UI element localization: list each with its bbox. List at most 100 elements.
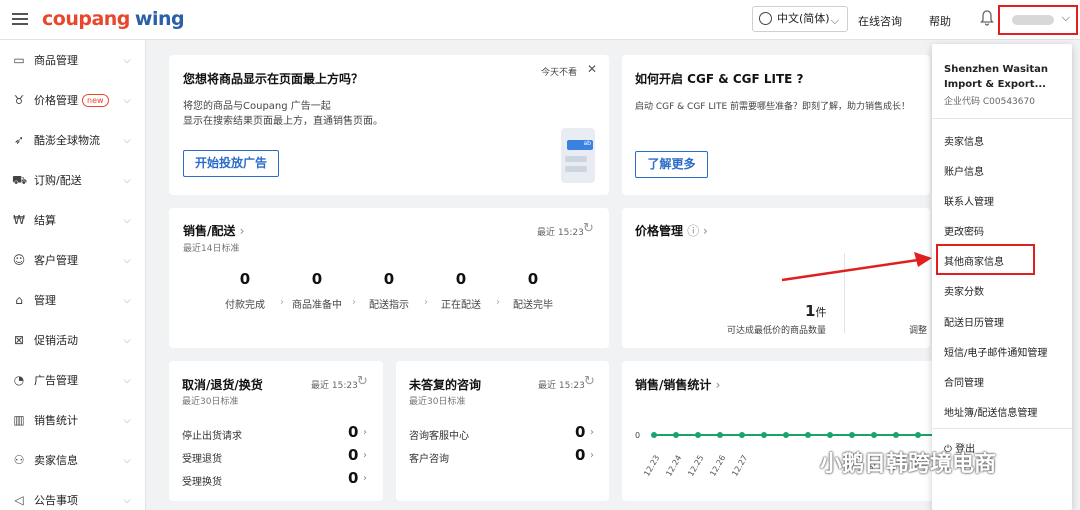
updated-time: 最近 15:23 (538, 381, 585, 391)
menu-item-seller-info[interactable]: 卖家信息 (944, 133, 984, 148)
sidebar-item-label: 管理 (34, 294, 56, 307)
row-label: 受理退货 (182, 454, 222, 465)
company-code: 企业代码 C00543670 (944, 97, 1035, 107)
language-select[interactable]: 中文(简体) ⌵ (752, 6, 848, 32)
chevron-down-icon: ⌵ (123, 174, 131, 186)
sales-card-subtitle: 最近14日标准 (183, 244, 240, 254)
stat-delivered[interactable]: 0 配送完毕 (503, 270, 563, 311)
coupon-icon: ⊠ (13, 333, 25, 347)
row-value[interactable]: 0 (348, 423, 358, 441)
sidebar-item-manage[interactable]: ⌂ 管理 ⌵ (0, 280, 145, 320)
cancel-card-title[interactable]: 取消/退货/换货 (182, 376, 263, 393)
logo-suffix: wing (134, 8, 185, 30)
sidebar-item-seller-info[interactable]: ⚇ 卖家信息 ⌵ (0, 440, 145, 480)
bar-chart-icon: ▥ (13, 413, 25, 427)
box-icon: ▭ (13, 53, 25, 67)
sidebar-item-label: 客户管理 (34, 254, 78, 267)
sidebar-item-settlement[interactable]: ₩ 结算 ⌵ (0, 200, 145, 240)
chevron-right-icon[interactable]: › (590, 450, 594, 461)
close-icon[interactable]: ✕ (587, 62, 597, 76)
updated-time: 最近 15:23 (537, 228, 584, 238)
price-card-title[interactable]: 价格管理 ⓘ › (635, 222, 708, 239)
menu-item-notification-manage[interactable]: 短信/电子邮件通知管理 (944, 344, 1047, 359)
help-circle-icon: ⓘ › (687, 224, 708, 238)
sidebar-item-promotion[interactable]: ⊠ 促销活动 ⌵ (0, 320, 145, 360)
sidebar-item-sales-stats[interactable]: ▥ 销售统计 ⌵ (0, 400, 145, 440)
chevron-right-icon[interactable]: › (590, 427, 594, 438)
row-label: 客户咨询 (409, 454, 449, 465)
inquiry-card-title[interactable]: 未答复的咨询 (409, 376, 481, 393)
refresh-icon[interactable]: ↻ (357, 374, 368, 389)
chevron-down-icon: ⌵ (123, 414, 131, 426)
highlight-box (936, 244, 1035, 275)
chevron-down-icon: ⌵ (123, 134, 131, 146)
inquiry-card-subtitle: 最近30日标准 (409, 397, 466, 407)
row-label: 停止出货请求 (182, 431, 242, 442)
rocket-icon: ➶ (13, 133, 25, 147)
company-name-line2: Import & Export... (944, 79, 1046, 90)
sales-card-title[interactable]: 销售/配送 › (183, 222, 244, 239)
stats-card-title[interactable]: 销售/销售统计 › (635, 376, 720, 393)
user-account-button[interactable]: ⌵ (998, 5, 1078, 35)
sidebar-item-label: 酷澎全球物流 (34, 134, 100, 147)
price-count[interactable]: 1件 (805, 302, 826, 320)
sidebar-item-price[interactable]: ♉ 价格管理 new ⌵ (0, 80, 145, 120)
start-ad-button[interactable]: 开始投放广告 (183, 150, 279, 177)
data-point (827, 432, 833, 438)
sidebar-item-orders[interactable]: ⛟ 订购/配送 ⌵ (0, 160, 145, 200)
illustration-label: ab (567, 140, 593, 150)
price-count-label: 可达成最低价的商品数量 (727, 326, 827, 336)
sales-delivery-card: 销售/配送 › 最近14日标准 最近 15:23 ↻ 0 付款完成 › 0 商品准备… (169, 208, 609, 348)
logo[interactable]: coupang wing (42, 8, 185, 30)
bell-icon[interactable] (980, 10, 994, 30)
row-value[interactable]: 0 (575, 446, 585, 464)
chevron-right-icon[interactable]: › (363, 427, 367, 438)
dismiss-today-link[interactable]: 今天不看 (541, 65, 577, 78)
menu-item-seller-score[interactable]: 卖家分数 (944, 283, 984, 298)
stat-delivery-instruction[interactable]: 0 配送指示 (359, 270, 419, 311)
account-dropdown-menu: Shenzhen Wasitan Import & Export... 企业代码… (932, 44, 1072, 510)
sidebar-item-label: 商品管理 (34, 54, 78, 67)
chevron-down-icon: ⌵ (123, 94, 131, 106)
refresh-icon[interactable]: ↻ (584, 374, 595, 389)
watermark-text: 小鹅日韩跨境电商 (820, 452, 997, 477)
chevron-right-icon: › (496, 297, 500, 308)
chevron-right-icon[interactable]: › (363, 450, 367, 461)
annotation-arrow (781, 252, 932, 282)
stat-in-delivery[interactable]: 0 正在配送 (431, 270, 491, 311)
online-consult-link[interactable]: 在线咨询 (858, 13, 902, 29)
data-point (761, 432, 767, 438)
help-link[interactable]: 帮助 (929, 13, 951, 29)
sidebar-item-label: 广告管理 (34, 374, 78, 387)
divider (932, 118, 1072, 119)
sidebar-item-customer[interactable]: ☺ 客户管理 ⌵ (0, 240, 145, 280)
stat-preparing[interactable]: 0 商品准备中 (287, 270, 347, 311)
menu-item-delivery-calendar[interactable]: 配送日历管理 (944, 314, 1004, 329)
row-value[interactable]: 0 (348, 469, 358, 487)
sidebar-item-ads[interactable]: ◔ 广告管理 ⌵ (0, 360, 145, 400)
menu-item-address-book[interactable]: 地址簿/配送信息管理 (944, 404, 1037, 419)
menu-item-contact-manage[interactable]: 联系人管理 (944, 193, 994, 208)
data-point (695, 432, 701, 438)
sidebar-item-notice[interactable]: ◁ 公告事项 ⌵ (0, 480, 145, 510)
row-value[interactable]: 0 (348, 446, 358, 464)
cgf-card-title: 如何开启 CGF & CGF LITE ? (635, 72, 804, 86)
row-value[interactable]: 0 (575, 423, 585, 441)
sidebar-item-logistics[interactable]: ➶ 酷澎全球物流 ⌵ (0, 120, 145, 160)
new-badge: new (82, 93, 109, 107)
refresh-icon[interactable]: ↻ (583, 221, 594, 236)
smile-icon: ☺ (12, 253, 26, 267)
user-icon: ⚇ (13, 453, 25, 467)
chevron-down-icon: ⌵ (1061, 11, 1070, 24)
globe-icon (759, 12, 772, 25)
stat-payment-complete[interactable]: 0 付款完成 (215, 270, 275, 311)
row-label: 咨询客服中心 (409, 431, 469, 442)
chevron-right-icon[interactable]: › (363, 473, 367, 484)
cancel-return-card: 取消/退货/换货 最近30日标准 最近 15:23 ↻ 停止出货请求 0 › 受… (169, 361, 383, 501)
menu-icon[interactable] (12, 13, 28, 26)
menu-item-account-info[interactable]: 账户信息 (944, 163, 984, 178)
sidebar-item-product[interactable]: ▭ 商品管理 ⌵ (0, 40, 145, 80)
menu-item-change-password[interactable]: 更改密码 (944, 223, 984, 238)
menu-item-contract-manage[interactable]: 合同管理 (944, 374, 984, 389)
learn-more-button[interactable]: 了解更多 (635, 151, 708, 178)
